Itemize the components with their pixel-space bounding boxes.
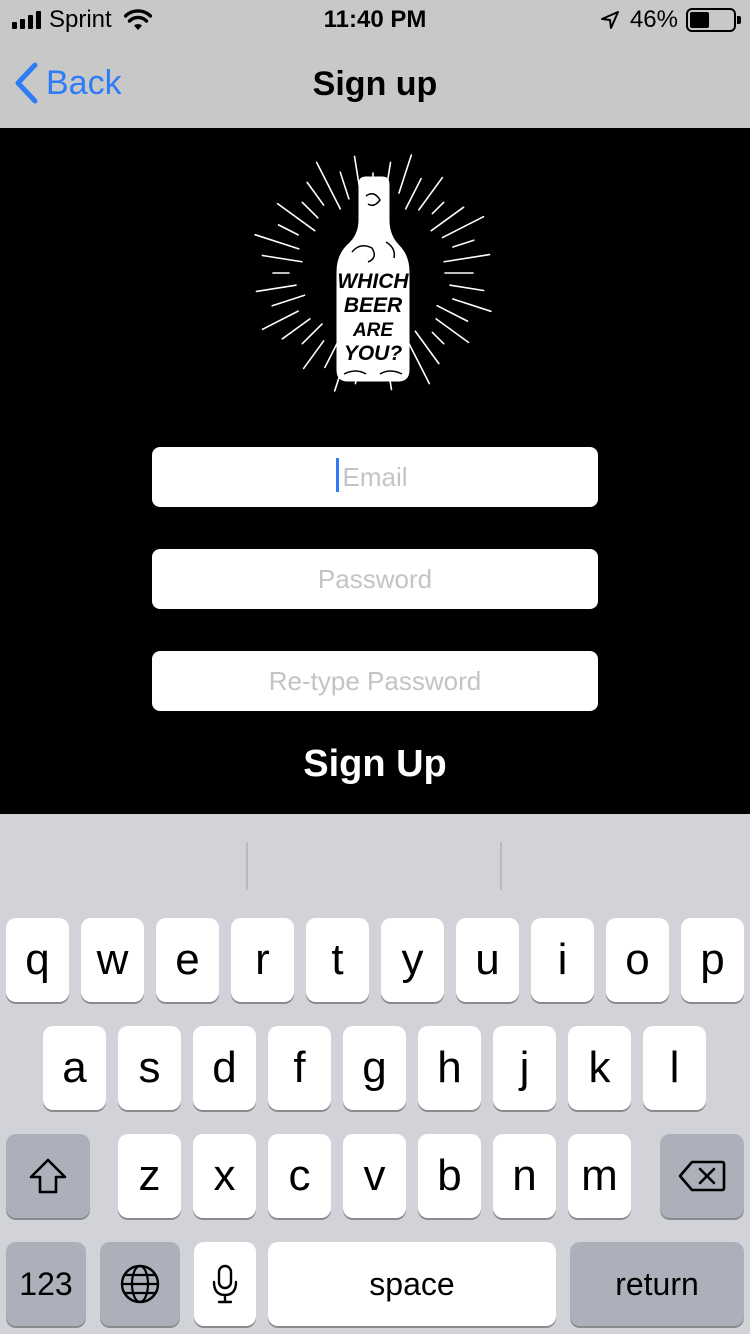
space-key[interactable]: space <box>268 1242 556 1326</box>
key-n[interactable]: n <box>493 1134 556 1218</box>
logo-text-line-4: YOU? <box>344 342 403 365</box>
sunburst-ray <box>261 254 303 263</box>
key-o[interactable]: o <box>606 918 669 1002</box>
sunburst-ray <box>449 284 485 292</box>
key-a[interactable]: a <box>43 1026 106 1110</box>
shift-icon <box>29 1158 67 1194</box>
key-t[interactable]: t <box>306 918 369 1002</box>
logo-text-line-3: ARE <box>352 320 394 341</box>
signup-form-area: WHICH BEER ARE YOU? Sign Up <box>0 128 750 814</box>
sunburst-ray <box>431 331 445 345</box>
location-arrow-icon <box>600 11 619 29</box>
page-title: Sign up <box>312 65 438 103</box>
status-right: 46% <box>600 6 741 34</box>
key-k[interactable]: k <box>568 1026 631 1110</box>
sunburst-ray <box>436 304 469 322</box>
suggestion-divider <box>246 842 248 890</box>
key-e[interactable]: e <box>156 918 219 1002</box>
sunburst-ray <box>261 310 299 331</box>
key-s[interactable]: s <box>118 1026 181 1110</box>
sunburst-ray <box>301 323 323 345</box>
backspace-key[interactable] <box>660 1134 744 1218</box>
key-z[interactable]: z <box>118 1134 181 1218</box>
sunburst-ray <box>277 224 299 236</box>
password-field[interactable] <box>152 549 598 609</box>
key-q[interactable]: q <box>6 918 69 1002</box>
globe-key[interactable] <box>100 1242 180 1326</box>
key-m[interactable]: m <box>568 1134 631 1218</box>
return-key[interactable]: return <box>570 1242 744 1326</box>
sunburst-ray <box>431 201 445 215</box>
sunburst-ray <box>324 341 339 369</box>
key-w[interactable]: w <box>81 918 144 1002</box>
sunburst-ray <box>418 176 444 211</box>
battery-percent: 46% <box>629 6 678 33</box>
sunburst-ray <box>452 239 475 248</box>
key-d[interactable]: d <box>193 1026 256 1110</box>
key-c[interactable]: c <box>268 1134 331 1218</box>
logo-text-line-2: BEER <box>344 294 403 317</box>
key-j[interactable]: j <box>493 1026 556 1110</box>
sunburst-ray <box>435 318 470 344</box>
globe-icon <box>120 1264 160 1304</box>
microphone-icon <box>212 1264 238 1304</box>
key-u[interactable]: u <box>456 918 519 1002</box>
shift-key[interactable] <box>6 1134 90 1218</box>
key-g[interactable]: g <box>343 1026 406 1110</box>
keyboard: qwertyuiop asdfghjkl zxcvbnm 123 space r… <box>0 814 750 1334</box>
backspace-icon <box>678 1160 726 1192</box>
sunburst-ray <box>306 181 325 206</box>
sunburst-ray <box>315 161 342 210</box>
email-field[interactable] <box>152 447 598 507</box>
key-f[interactable]: f <box>268 1026 331 1110</box>
key-i[interactable]: i <box>531 918 594 1002</box>
sign-up-button[interactable]: Sign Up <box>0 736 750 792</box>
key-r[interactable]: r <box>231 918 294 1002</box>
key-p[interactable]: p <box>681 918 744 1002</box>
key-x[interactable]: x <box>193 1134 256 1218</box>
key-y[interactable]: y <box>381 918 444 1002</box>
sunburst-ray <box>339 171 350 200</box>
dictation-key[interactable] <box>194 1242 256 1326</box>
text-cursor <box>336 458 339 492</box>
status-bar: Sprint 11:40 PM 46% <box>0 0 750 40</box>
battery-icon <box>686 8 741 32</box>
sunburst-ray <box>407 341 431 385</box>
logo-text-line-1: WHICH <box>337 270 409 293</box>
sunburst-ray <box>452 298 492 313</box>
sunburst-ray <box>302 340 325 370</box>
suggestion-divider <box>500 842 502 890</box>
sunburst-ray <box>255 284 297 293</box>
sunburst-ray <box>443 253 491 263</box>
key-b[interactable]: b <box>418 1134 481 1218</box>
key-h[interactable]: h <box>418 1026 481 1110</box>
battery-fill <box>690 12 710 28</box>
sunburst-ray <box>271 294 306 307</box>
sunburst-ray <box>441 215 485 239</box>
sunburst-ray <box>398 154 413 194</box>
sunburst-ray <box>281 318 311 340</box>
retype-password-field[interactable] <box>152 651 598 711</box>
beer-bottle-logo: WHICH BEER ARE YOU? <box>254 154 492 392</box>
sunburst-ray <box>404 177 422 210</box>
key-v[interactable]: v <box>343 1134 406 1218</box>
key-l[interactable]: l <box>643 1026 706 1110</box>
numbers-key[interactable]: 123 <box>6 1242 86 1326</box>
battery-nub <box>737 16 741 24</box>
navigation-bar: Back Sign up <box>0 40 750 128</box>
sunburst-ray <box>301 201 319 219</box>
sunburst-ray <box>254 233 300 250</box>
